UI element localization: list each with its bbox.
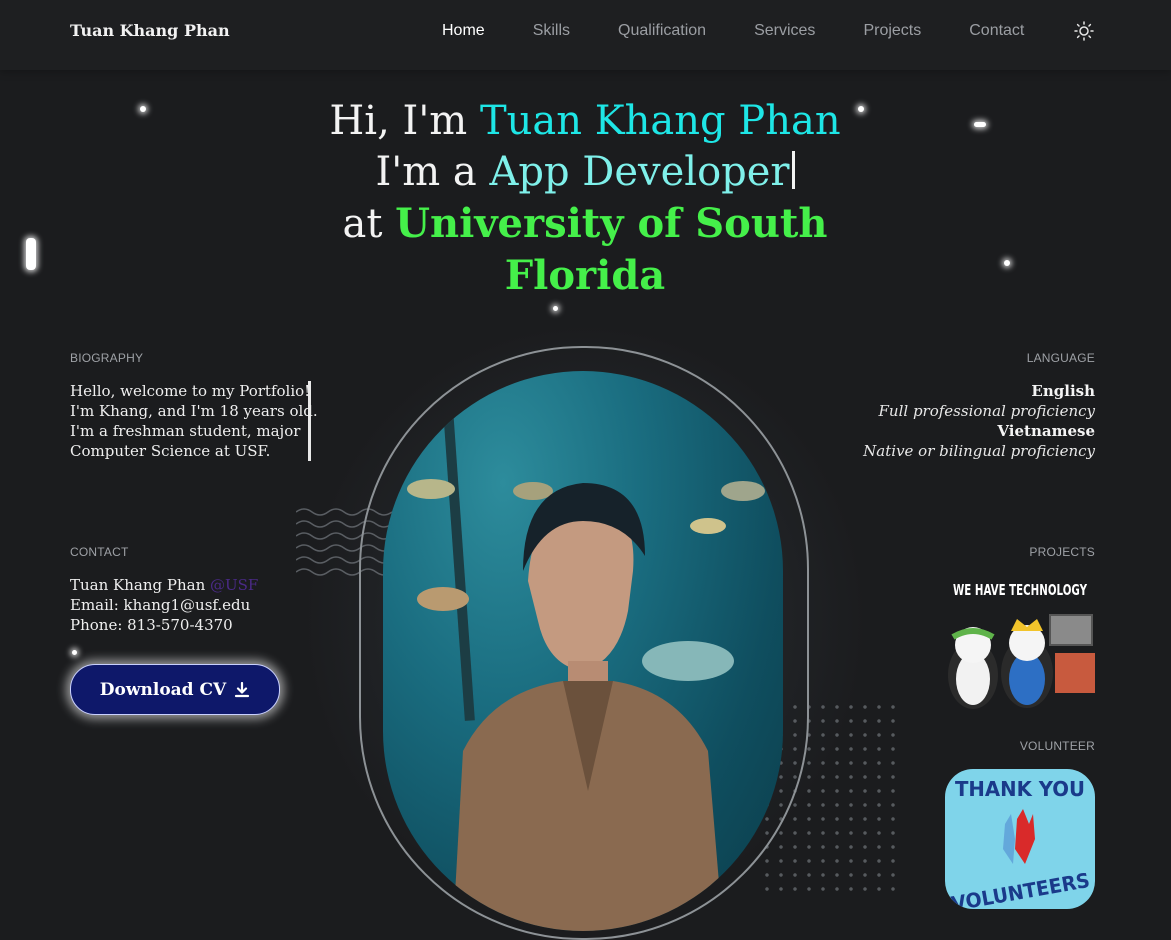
greeting-text: Hi, I'm: [329, 98, 480, 144]
biography-text: Hello, welcome to my Portfolio! I'm Khan…: [70, 381, 318, 461]
biography-label: BIOGRAPHY: [70, 351, 144, 365]
sparkle: [974, 122, 986, 127]
language-label: LANGUAGE: [1026, 351, 1095, 365]
language-name: Vietnamese: [997, 422, 1095, 440]
sparkle: [26, 238, 36, 270]
contact-info: Tuan Khang Phan @USF Email: khang1@usf.e…: [70, 575, 258, 635]
nav-link-skills[interactable]: Skills: [533, 22, 570, 40]
contact-name-line: Tuan Khang Phan @USF: [70, 575, 258, 595]
bio-line: Hello, welcome to my Portfolio!: [70, 382, 311, 400]
projects-label: PROJECTS: [1029, 545, 1095, 559]
hero-line-1: Hi, I'm Tuan Khang Phan: [300, 96, 870, 147]
contact-name: Tuan Khang Phan: [70, 576, 211, 594]
sparkle: [72, 650, 77, 655]
sparkle: [1004, 260, 1010, 266]
language-list: English Full professional proficiency Vi…: [863, 381, 1095, 461]
contact-label: CONTACT: [70, 545, 129, 559]
language-level: Native or bilingual proficiency: [863, 442, 1095, 460]
hero-name: Tuan Khang Phan: [479, 98, 841, 144]
nav-link-qualification[interactable]: Qualification: [618, 22, 706, 40]
volunteer-label: VOLUNTEER: [1019, 739, 1095, 753]
contact-email[interactable]: Email: khang1@usf.edu: [70, 595, 258, 615]
projects-image-caption: WE HAVE TECHNOLOGY: [953, 581, 1088, 599]
volunteer-image-caption-bottom: VOLUNTEERS: [950, 868, 1092, 909]
nav-link-contact[interactable]: Contact: [969, 22, 1024, 40]
nav-links: Home Skills Qualification Services Proje…: [442, 22, 1072, 40]
typing-cursor: [791, 151, 795, 189]
download-icon: [235, 681, 250, 697]
volunteer-thankyou-image[interactable]: THANK YOU VOLUNTEERS: [945, 769, 1095, 909]
bio-line: I'm a freshman student, major: [70, 422, 301, 440]
projects-penguin-image[interactable]: WE HAVE TECHNOLOGY: [945, 575, 1095, 715]
bio-line: I'm Khang, and I'm 18 years old.: [70, 402, 318, 420]
volunteer-image-caption-top: THANK YOU: [955, 777, 1085, 801]
hero-role: App Developer: [489, 149, 790, 195]
hero-heading: Hi, I'm Tuan Khang Phan I'm a App Develo…: [300, 96, 870, 302]
profile-photo: [383, 371, 783, 931]
nav-link-projects[interactable]: Projects: [863, 22, 921, 40]
language-name: English: [1031, 382, 1095, 400]
language-level: Full professional proficiency: [878, 402, 1095, 420]
nav-link-services[interactable]: Services: [754, 22, 815, 40]
role-prefix: I'm a: [375, 149, 490, 195]
brand-logo[interactable]: Tuan Khang Phan: [70, 21, 230, 40]
at-prefix: at: [342, 201, 396, 247]
sparkle: [553, 306, 558, 311]
contact-phone[interactable]: Phone: 813-570-4370: [70, 615, 258, 635]
sparkle: [140, 106, 146, 112]
hero-line-3: at University of South Florida: [300, 198, 870, 302]
top-navbar: Tuan Khang Phan Home Skills Qualificatio…: [0, 0, 1171, 70]
hero-line-2: I'm a App Developer: [300, 147, 870, 198]
sun-icon[interactable]: [1074, 21, 1094, 41]
download-cv-button[interactable]: Download CV: [70, 664, 280, 715]
bio-line: Computer Science at USF.: [70, 442, 271, 460]
nav-link-home[interactable]: Home: [442, 22, 485, 40]
download-cv-label: Download CV: [99, 679, 227, 700]
hero-school: University of South Florida: [395, 200, 828, 299]
usf-tag-link[interactable]: @USF: [210, 576, 258, 594]
